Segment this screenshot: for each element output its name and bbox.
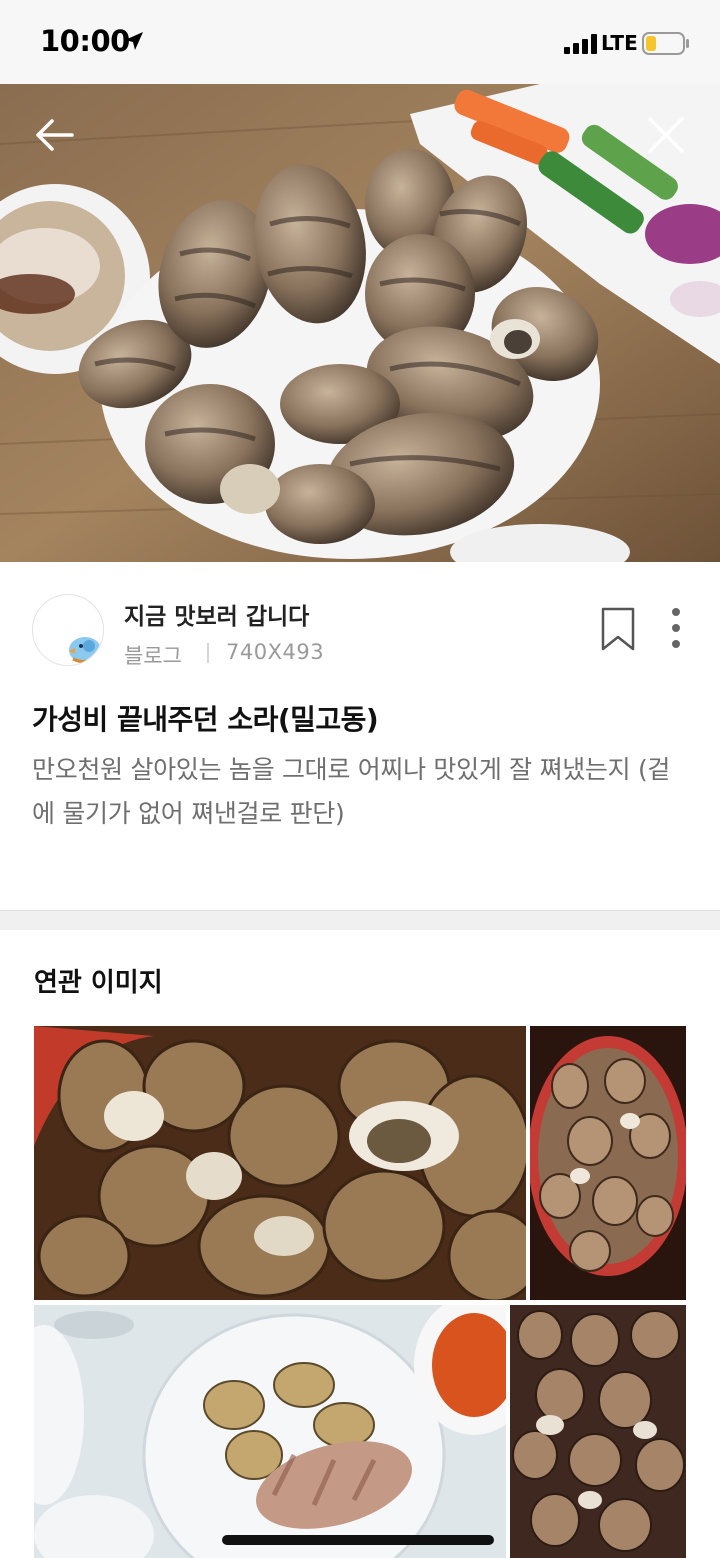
source-type: 블로그 [124,644,182,668]
related-images-title: 연관 이미지 [34,968,163,998]
sea-snail-photo [0,84,720,562]
home-indicator[interactable] [222,1535,494,1545]
related-image-2[interactable] [530,1026,686,1300]
close-icon [648,117,684,153]
back-button[interactable] [26,107,82,163]
status-time: 10:00 [40,24,130,58]
signal-icon [564,34,597,54]
related-images-section: 연관 이미지 [0,930,720,1558]
network-label: LTE [601,31,638,55]
battery-icon [642,32,689,55]
bookmark-icon[interactable] [598,606,638,652]
snail-pile-photo [34,1026,526,1300]
hero-image [0,84,720,562]
source-avatar[interactable] [32,594,104,666]
section-divider [0,910,720,930]
divider [207,643,209,663]
snail-bowl-photo [530,1026,686,1300]
image-size: 740X493 [226,640,325,664]
source-name[interactable]: 지금 맛보러 갑니다 [124,597,309,631]
status-bar: 10:00 LTE [0,0,720,84]
related-image-1[interactable] [34,1026,526,1300]
close-button[interactable] [638,107,694,163]
image-info-section: 지금 맛보러 갑니다 블로그 740X493 가성비 끝내주던 소라(밀고동) … [0,562,720,910]
bird-logo-icon [69,637,101,664]
arrow-left-icon [36,119,74,151]
location-arrow-icon [125,32,143,50]
snail-heap-photo [510,1305,686,1558]
post-title[interactable]: 가성비 끝내주던 소라(밀고동) [32,698,379,738]
related-image-3[interactable] [34,1305,506,1558]
related-image-4[interactable] [510,1305,686,1558]
snail-plate-photo [34,1305,506,1558]
post-description: 만오천원 살아있는 놈을 그대로 어찌나 맛있게 잘 쪄냈는지 (겉에 물기가 … [32,755,671,828]
more-vertical-icon[interactable] [664,604,688,652]
